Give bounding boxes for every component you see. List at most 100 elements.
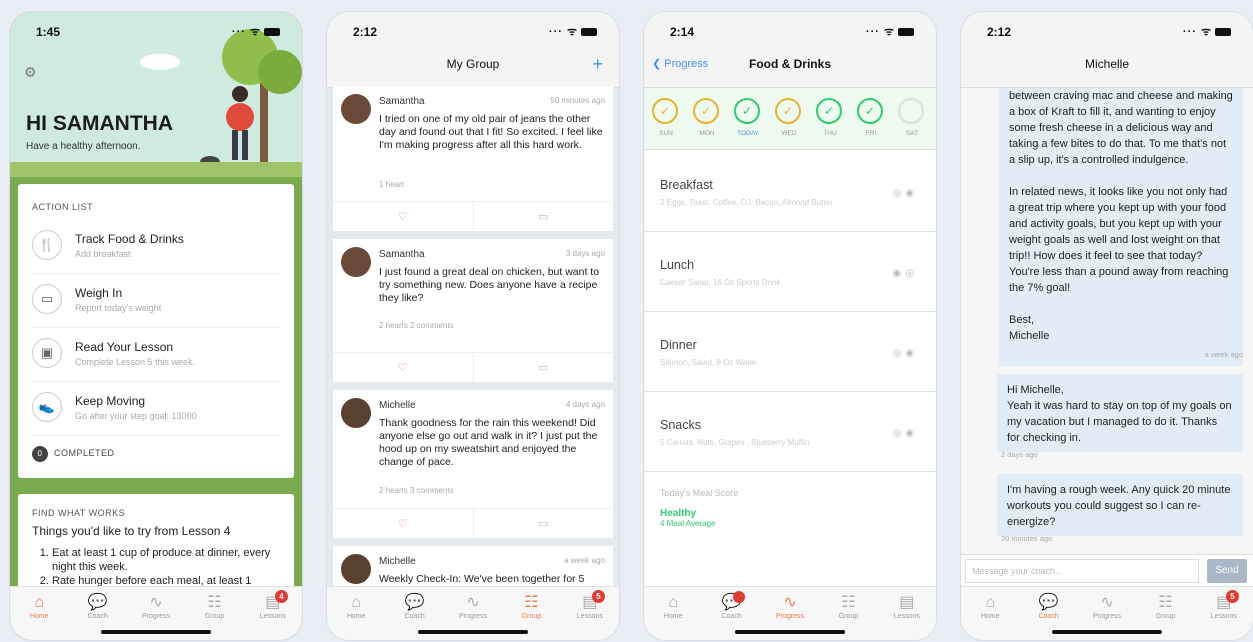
shoe-icon: 👟: [32, 392, 62, 422]
status-time: 2:14: [670, 25, 695, 39]
fww-heading: Things you'd like to try from Lesson 4: [32, 524, 231, 538]
heart-icon[interactable]: ♡: [333, 353, 474, 382]
tab-lessons[interactable]: ▤ Lessons: [878, 587, 936, 640]
completed-count: 0: [32, 446, 48, 462]
home-icon: ⌂: [34, 594, 45, 611]
lessons-icon: ▤: [582, 594, 598, 611]
comment-icon[interactable]: ▭: [474, 509, 614, 538]
signal-icon: ··· ᯤ: [549, 24, 597, 39]
action-subtitle: Complete Lesson 5 this week.: [75, 357, 196, 367]
day-sat[interactable]: SAT: [898, 98, 926, 137]
home-indicator: [1052, 630, 1162, 634]
message-timestamp: 2 days ago: [1001, 450, 1038, 459]
day-thu[interactable]: ✓ THU: [816, 98, 844, 137]
notification-dot: [732, 591, 745, 603]
group-post[interactable]: Michelle 4 days ago Thank goodness for t…: [333, 390, 613, 538]
action-title: Read Your Lesson: [75, 340, 174, 354]
post-time: 3 days ago: [565, 249, 605, 258]
day-fri[interactable]: ✓ FRI: [857, 98, 885, 137]
phone-group-screen: 2:12 ··· ᯤ My Group + Samantha 50 minutes …: [327, 12, 619, 640]
nav-bar: Michelle: [961, 48, 1253, 88]
phone-home-screen: 1:45 ··· ᯤ ⚙ HI SAMANTHA Have a healthy a…: [10, 12, 302, 640]
day-mon[interactable]: ✓ MON: [693, 98, 721, 137]
check-icon: ✓: [652, 98, 678, 124]
group-icon: ☷: [524, 594, 539, 611]
gear-icon[interactable]: ⚙: [24, 64, 37, 81]
page-title: My Group: [446, 57, 500, 71]
group-post[interactable]: Samantha 3 days ago I just found a great…: [333, 239, 613, 382]
send-button[interactable]: Send: [1207, 559, 1247, 583]
tab-lessons[interactable]: ▤ Lessons 5: [1195, 587, 1253, 640]
comment-icon[interactable]: ▭: [474, 202, 614, 231]
phone-food-drinks-screen: 2:14 ··· ᯤ ❮ Progress Food & Drinks ✓ SUN ✓…: [644, 12, 936, 640]
heart-icon[interactable]: ♡: [333, 202, 474, 231]
meal-status-icons: ◎◉: [892, 428, 918, 439]
check-icon: ✓: [693, 98, 719, 124]
lessons-icon: ▤: [899, 594, 915, 611]
page-title: Food & Drinks: [748, 57, 831, 71]
tab-home[interactable]: ⌂ Home: [10, 587, 68, 640]
action-title: Keep Moving: [75, 394, 146, 408]
meal-row-dinner[interactable]: Dinner Salmon, Salad, 8 Oz Water ◎◉: [644, 312, 936, 392]
avatar: [341, 247, 371, 277]
signal-icon: ··· ᯤ: [1183, 24, 1231, 39]
back-button[interactable]: ❮ Progress: [652, 48, 708, 80]
comment-icon[interactable]: ▭: [474, 353, 614, 382]
meal-status-icons: ◎◉: [892, 188, 918, 199]
home-icon: ⌂: [351, 594, 362, 611]
coach-icon: 💬: [87, 594, 108, 611]
list-item: Eat at least 1 cup of produce at dinner,…: [52, 546, 280, 574]
lessons-badge: 4: [275, 590, 289, 603]
post-time: a week ago: [564, 556, 605, 565]
action-item-keep-moving[interactable]: 👟 Keep Moving Go after your step goal: 1…: [32, 382, 280, 436]
lessons-badge: 5: [1226, 590, 1240, 603]
coach-icon: 💬: [404, 594, 425, 611]
day-sun[interactable]: ✓ SUN: [652, 98, 680, 137]
greeting-subtitle: Have a healthy afternoon.: [26, 141, 141, 152]
meal-row-snacks[interactable]: Snacks 5 Carrots, Nuts, Grapes , Blueberr…: [644, 392, 936, 472]
action-item-track-food[interactable]: 🍴 Track Food & Drinks Add breakfast: [32, 220, 280, 274]
completed-label: COMPLETED: [54, 448, 115, 458]
greeting-title: HI SAMANTHA: [26, 112, 173, 135]
status-time: 1:45: [36, 25, 61, 39]
score-average: 4 Meal Average: [660, 519, 716, 528]
empty-circle-icon: [898, 98, 924, 124]
action-title: Weigh In: [75, 286, 123, 300]
tab-home[interactable]: ⌂ Home: [327, 587, 385, 640]
add-post-icon[interactable]: +: [592, 48, 603, 80]
progress-icon: ∿: [783, 594, 797, 611]
home-indicator: [418, 630, 528, 634]
phone-coach-chat-screen: between craving mac and cheese and makin…: [961, 12, 1253, 640]
status-time: 2:12: [987, 25, 1012, 39]
post-author: Michelle: [379, 400, 416, 411]
signal-icon: ··· ᯤ: [232, 24, 280, 39]
meal-score: Today's Meal Score Healthy 4 Meal Averag…: [660, 488, 738, 528]
day-wed[interactable]: ✓ WED: [775, 98, 803, 137]
meal-row-breakfast[interactable]: Breakfast 2 Eggs, Toast, Coffee, OJ, Baco…: [644, 152, 936, 232]
score-label: Today's Meal Score: [660, 488, 739, 498]
meal-row-lunch[interactable]: Lunch Caesar Salad, 16 Oz Sports Drink ◉◎: [644, 232, 936, 312]
action-item-read-lesson[interactable]: ▣ Read Your Lesson Complete Lesson 5 thi…: [32, 328, 280, 382]
check-icon: ✓: [775, 98, 801, 124]
score-value: Healthy: [660, 508, 697, 519]
home-indicator: [101, 630, 211, 634]
group-icon: ☷: [1158, 594, 1173, 611]
coach-icon: 💬: [1038, 594, 1059, 611]
lessons-icon: ▤: [265, 594, 281, 611]
fww-list: Eat at least 1 cup of produce at dinner,…: [18, 546, 294, 588]
day-today[interactable]: ✓ TODAY: [734, 98, 762, 137]
message-input[interactable]: Message your coach...: [965, 559, 1199, 583]
tab-home[interactable]: ⌂ Home: [644, 587, 702, 640]
fork-knife-icon: 🍴: [32, 230, 62, 260]
signal-icon: ··· ᯤ: [866, 24, 914, 39]
post-meta: 2 hearts 3 comments: [379, 486, 454, 495]
tab-home[interactable]: ⌂ Home: [961, 587, 1019, 640]
tab-lessons[interactable]: ▤ Lessons 4: [244, 587, 302, 640]
action-item-weigh-in[interactable]: ▭ Weigh In Report today's weight: [32, 274, 280, 328]
heart-icon[interactable]: ♡: [333, 509, 474, 538]
tab-lessons[interactable]: ▤ Lessons 5: [561, 587, 619, 640]
post-meta: 1 heart: [379, 180, 404, 189]
home-icon: ⌂: [985, 594, 996, 611]
progress-icon: ∿: [466, 594, 480, 611]
group-post[interactable]: Samantha 50 minutes ago I tried on one o…: [333, 86, 613, 231]
